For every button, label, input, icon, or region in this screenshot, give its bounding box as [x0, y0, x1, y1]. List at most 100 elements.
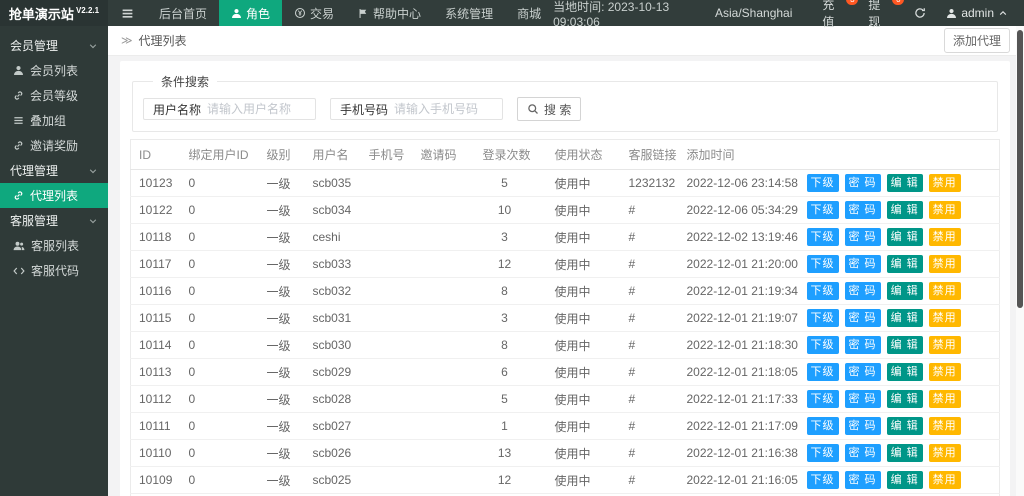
refresh-icon — [914, 7, 926, 19]
sidebar-item-邀请奖励[interactable]: 邀请奖励 — [0, 133, 108, 158]
sidebar-toggle-button[interactable] — [108, 0, 147, 26]
disable-button[interactable]: 禁用 — [928, 174, 961, 192]
edit-button[interactable]: 编 辑 — [886, 228, 923, 246]
sidebar-group-label: 代理管理 — [10, 164, 59, 178]
disable-button[interactable]: 禁用 — [928, 228, 961, 246]
phone-input[interactable] — [394, 102, 503, 116]
sidebar-item-客服代码[interactable]: 客服代码 — [0, 258, 108, 283]
sidebar: 会员管理 会员列表 会员等级 叠加组 邀请奖励代理管理代理列表 客服管理 客服列表 客服代码 — [0, 26, 108, 496]
edit-button[interactable]: 编 辑 — [886, 390, 923, 408]
disable-button[interactable]: 禁用 — [928, 255, 961, 273]
edit-button[interactable]: 编 辑 — [886, 336, 923, 354]
edit-button[interactable]: 编 辑 — [886, 201, 923, 219]
sub-level-button[interactable]: 下级 — [806, 471, 839, 489]
disable-button[interactable]: 禁用 — [928, 282, 961, 300]
user-dropdown[interactable]: admin — [938, 6, 1016, 20]
password-button[interactable]: 密 码 — [844, 174, 881, 192]
content-area: 条件搜索 用户名称 手机号码 搜 索 — [108, 56, 1024, 496]
nav-item-帮助中心[interactable]: 帮助中心 — [346, 0, 433, 26]
sub-level-button[interactable]: 下级 — [806, 282, 839, 300]
recharge-menu-item[interactable]: 充值 3 — [810, 0, 859, 30]
edit-button[interactable]: 编 辑 — [886, 174, 923, 192]
username-input[interactable] — [207, 102, 316, 116]
table-row: 10122 0 一级 scb034 10 使用中 #2022-12-06 05:34:29 下… — [130, 196, 1000, 224]
sidebar-item-客服列表[interactable]: 客服列表 — [0, 233, 108, 258]
cell-logins: 8 — [474, 331, 535, 359]
cell-level: 一级 — [258, 250, 305, 278]
sub-level-button[interactable]: 下级 — [806, 228, 839, 246]
cell-id: 10123 — [130, 169, 181, 197]
password-button[interactable]: 密 码 — [844, 255, 881, 273]
column-header-ID: ID — [130, 139, 181, 170]
cell-invite — [412, 304, 475, 332]
scrollbar-thumb[interactable] — [1017, 30, 1023, 308]
edit-button[interactable]: 编 辑 — [886, 471, 923, 489]
password-button[interactable]: 密 码 — [844, 336, 881, 354]
disable-button[interactable]: 禁用 — [928, 444, 961, 462]
add-agent-button[interactable]: 添加代理 — [943, 28, 1010, 53]
username-input-group: 用户名称 — [143, 98, 317, 120]
cell-id: 10122 — [130, 196, 181, 224]
cell-id: 10113 — [130, 358, 181, 386]
sub-level-button[interactable]: 下级 — [806, 336, 839, 354]
password-button[interactable]: 密 码 — [844, 363, 881, 381]
password-button[interactable]: 密 码 — [844, 417, 881, 435]
disable-button[interactable]: 禁用 — [928, 471, 961, 489]
password-button[interactable]: 密 码 — [844, 282, 881, 300]
nav-item-系统管理[interactable]: 系统管理 — [433, 0, 505, 26]
search-button[interactable]: 搜 索 — [517, 97, 582, 121]
password-button[interactable]: 密 码 — [844, 228, 881, 246]
cell-phone — [360, 250, 413, 278]
sidebar-group-客服管理[interactable]: 客服管理 — [0, 208, 108, 233]
sidebar-item-会员列表[interactable]: 会员列表 — [0, 58, 108, 83]
disable-button[interactable]: 禁用 — [928, 417, 961, 435]
cell-invite — [412, 358, 475, 386]
disable-button[interactable]: 禁用 — [928, 336, 961, 354]
edit-button[interactable]: 编 辑 — [886, 282, 923, 300]
disable-button[interactable]: 禁用 — [928, 309, 961, 327]
sub-level-button[interactable]: 下级 — [806, 201, 839, 219]
sub-level-button[interactable]: 下级 — [806, 363, 839, 381]
edit-button[interactable]: 编 辑 — [886, 444, 923, 462]
cell-phone — [360, 466, 413, 494]
sidebar-group-代理管理[interactable]: 代理管理 — [0, 158, 108, 183]
sidebar-group-会员管理[interactable]: 会员管理 — [0, 33, 108, 58]
nav-item-后台首页[interactable]: 后台首页 — [147, 0, 219, 26]
nav-item-角色[interactable]: 角色 — [219, 0, 283, 26]
nav-item-label: 交易 — [310, 6, 335, 21]
sub-level-button[interactable]: 下级 — [806, 390, 839, 408]
cell-actions: 下级密 码编 辑禁用 — [798, 385, 1000, 413]
nav-item-商城[interactable]: 商城 — [505, 0, 553, 26]
disable-button[interactable]: 禁用 — [928, 390, 961, 408]
cell-phone — [360, 331, 413, 359]
sub-level-button[interactable]: 下级 — [806, 174, 839, 192]
sidebar-item-代理列表[interactable]: 代理列表 — [0, 183, 108, 208]
edit-button[interactable]: 编 辑 — [886, 255, 923, 273]
sub-level-button[interactable]: 下级 — [806, 417, 839, 435]
sub-level-button[interactable]: 下级 — [806, 309, 839, 327]
disable-button[interactable]: 禁用 — [928, 363, 961, 381]
sidebar-item-会员等级[interactable]: 会员等级 — [0, 83, 108, 108]
sidebar-item-叠加组[interactable]: 叠加组 — [0, 108, 108, 133]
password-button[interactable]: 密 码 — [844, 201, 881, 219]
code-icon — [13, 265, 25, 277]
cell-logins: 5 — [474, 385, 535, 413]
withdraw-menu-item[interactable]: 提现 0 — [856, 0, 905, 30]
sub-level-button[interactable]: 下级 — [806, 444, 839, 462]
search-button-label: 搜 索 — [544, 102, 572, 117]
sub-level-button[interactable]: 下级 — [806, 255, 839, 273]
password-button[interactable]: 密 码 — [844, 444, 881, 462]
refresh-button[interactable] — [902, 7, 938, 19]
disable-button[interactable]: 禁用 — [928, 201, 961, 219]
cell-username: scb030 — [304, 331, 361, 359]
edit-button[interactable]: 编 辑 — [886, 363, 923, 381]
password-button[interactable]: 密 码 — [844, 390, 881, 408]
app-logo: 抢单演示站 V2.2.1 — [0, 0, 108, 26]
edit-button[interactable]: 编 辑 — [886, 309, 923, 327]
password-button[interactable]: 密 码 — [844, 471, 881, 489]
edit-button[interactable]: 编 辑 — [886, 417, 923, 435]
nav-item-交易[interactable]: 交易 — [282, 0, 346, 26]
users-icon — [13, 240, 25, 252]
cell-logins: 3 — [474, 304, 535, 332]
password-button[interactable]: 密 码 — [844, 309, 881, 327]
